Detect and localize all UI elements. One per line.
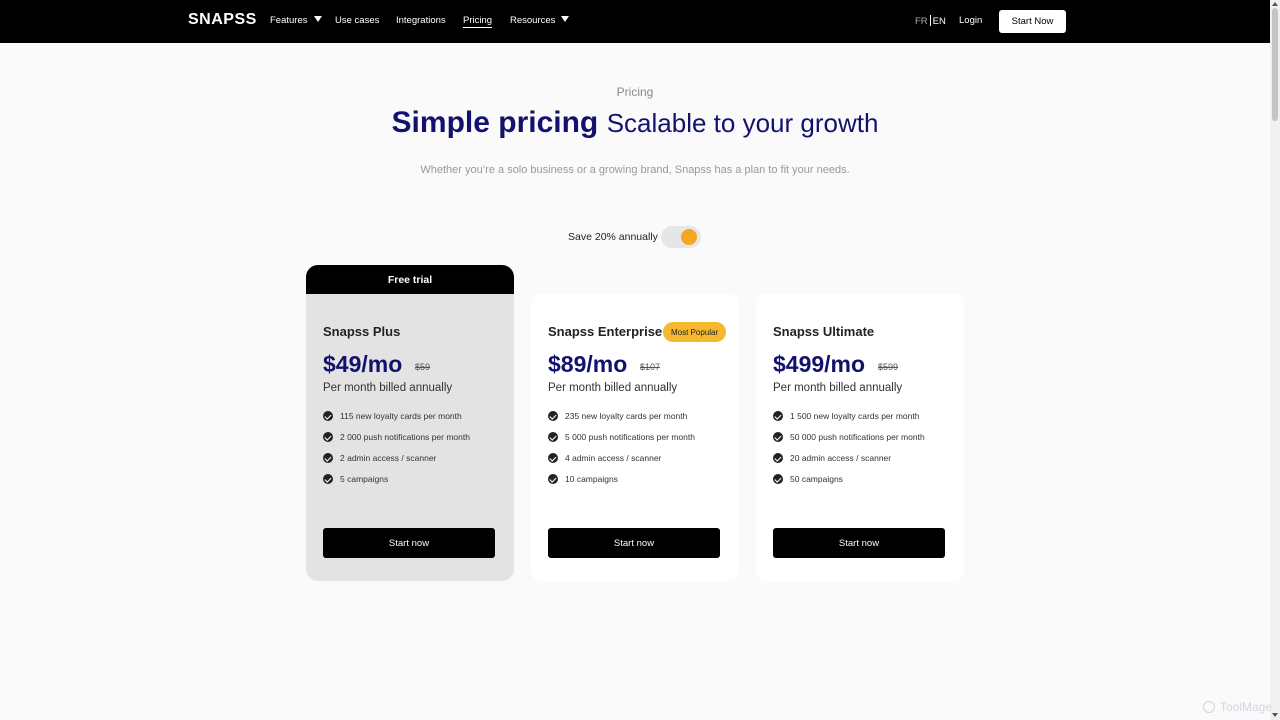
chevron-down-icon xyxy=(561,16,570,22)
page-title: Simple pricing Scalable to your growth xyxy=(0,106,1270,140)
start-now-nav-button[interactable]: Start Now xyxy=(999,10,1066,33)
start-now-enterprise-button[interactable]: Start now xyxy=(548,528,720,558)
feature-text: 5 000 push notifications per month xyxy=(565,432,695,442)
feature-text: 2 000 push notifications per month xyxy=(340,432,470,442)
plan-old-price: $107 xyxy=(640,362,661,372)
check-circle-icon xyxy=(323,453,333,463)
plan-price: $89/mo xyxy=(548,351,628,377)
check-circle-icon xyxy=(773,453,783,463)
list-item: 50 campaigns xyxy=(773,474,925,495)
check-circle-icon xyxy=(323,411,333,421)
nav-use-cases[interactable]: Use cases xyxy=(335,15,379,26)
scroll-up-arrow-icon[interactable] xyxy=(1272,2,1278,6)
nav-resources[interactable]: Resources xyxy=(510,15,570,26)
list-item: 2 000 push notifications per month xyxy=(323,432,470,453)
plan-price: $499/mo xyxy=(773,351,866,377)
page-scrollbar[interactable] xyxy=(1270,0,1280,720)
chevron-down-icon xyxy=(313,16,322,22)
list-item: 5 000 push notifications per month xyxy=(548,432,695,453)
plan-feature-list: 115 new loyalty cards per month 2 000 pu… xyxy=(323,411,470,495)
plan-name: Snapss Plus xyxy=(323,324,401,339)
feature-text: 235 new loyalty cards per month xyxy=(565,411,688,421)
page-subtitle: Whether you’re a solo business or a grow… xyxy=(420,164,850,176)
list-item: 4 admin access / scanner xyxy=(548,453,695,474)
nav-integrations[interactable]: Integrations xyxy=(396,15,446,26)
check-circle-icon xyxy=(323,474,333,484)
top-navbar: SNAPSS Features Use cases Integrations P… xyxy=(0,0,1270,43)
feature-text: 10 campaigns xyxy=(565,474,618,484)
scroll-down-arrow-icon[interactable] xyxy=(1272,713,1278,717)
check-circle-icon xyxy=(548,432,558,442)
feature-text: 50 000 push notifications per month xyxy=(790,432,925,442)
plan-price: $49/mo xyxy=(323,351,403,377)
nav-pricing[interactable]: Pricing xyxy=(463,15,493,28)
feature-text: 4 admin access / scanner xyxy=(565,453,662,463)
plan-billing-note: Per month billed annually xyxy=(548,382,678,394)
list-item: 10 campaigns xyxy=(548,474,695,495)
list-item: 235 new loyalty cards per month xyxy=(548,411,695,432)
plan-feature-list: 1 500 new loyalty cards per month 50 000… xyxy=(773,411,925,495)
watermark: ToolMage xyxy=(1203,700,1272,714)
check-circle-icon xyxy=(548,474,558,484)
plan-card-plus: Free trial Snapss Plus $49/mo $59 Per mo… xyxy=(306,265,514,581)
feature-text: 50 campaigns xyxy=(790,474,843,484)
check-circle-icon xyxy=(548,453,558,463)
list-item: 20 admin access / scanner xyxy=(773,453,925,474)
nav-features-label: Features xyxy=(270,15,308,26)
list-item: 5 campaigns xyxy=(323,474,470,495)
feature-text: 20 admin access / scanner xyxy=(790,453,892,463)
lang-fr[interactable]: FR xyxy=(915,16,928,27)
nav-resources-label: Resources xyxy=(510,15,556,26)
start-now-ultimate-button[interactable]: Start now xyxy=(773,528,945,558)
plan-name: Snapss Ultimate xyxy=(773,324,875,339)
nav-features[interactable]: Features xyxy=(270,15,322,26)
plan-billing-note: Per month billed annually xyxy=(773,382,903,394)
lang-en[interactable]: EN xyxy=(933,16,946,27)
plan-card-ultimate: Snapss Ultimate $499/mo $599 Per month b… xyxy=(756,294,964,581)
watermark-text: ToolMage xyxy=(1220,700,1273,714)
lang-divider xyxy=(929,15,931,26)
plan-feature-list: 235 new loyalty cards per month 5 000 pu… xyxy=(548,411,695,495)
most-popular-badge: Most Popular xyxy=(663,322,727,342)
login-link[interactable]: Login xyxy=(959,15,982,26)
list-item: 50 000 push notifications per month xyxy=(773,432,925,453)
title-light: Scalable to your growth xyxy=(606,108,879,138)
feature-text: 1 500 new loyalty cards per month xyxy=(790,411,920,421)
start-now-plus-button[interactable]: Start now xyxy=(323,528,495,558)
list-item: 1 500 new loyalty cards per month xyxy=(773,411,925,432)
scrollbar-thumb[interactable] xyxy=(1272,8,1278,121)
language-switcher: FR EN xyxy=(915,15,946,27)
plan-card-enterprise: Snapss Enterprise Most Popular $89/mo $1… xyxy=(531,294,739,581)
save-annually-label: Save 20% annually xyxy=(568,231,658,243)
list-item: 2 admin access / scanner xyxy=(323,453,470,474)
check-circle-icon xyxy=(323,432,333,442)
plan-billing-note: Per month billed annually xyxy=(323,382,453,394)
list-item: 115 new loyalty cards per month xyxy=(323,411,470,432)
feature-text: 115 new loyalty cards per month xyxy=(340,411,462,421)
title-strong: Simple pricing xyxy=(391,106,599,139)
plan-old-price: $59 xyxy=(415,362,431,372)
snapss-logo[interactable]: SNAPSS xyxy=(188,11,257,29)
toggle-knob xyxy=(681,229,697,245)
feature-text: 5 campaigns xyxy=(340,474,389,484)
check-circle-icon xyxy=(773,432,783,442)
feature-text: 2 admin access / scanner xyxy=(340,453,437,463)
check-circle-icon xyxy=(773,474,783,484)
annual-billing-toggle[interactable] xyxy=(661,226,701,248)
free-trial-banner: Free trial xyxy=(306,265,514,294)
check-circle-icon xyxy=(773,411,783,421)
section-eyebrow: Pricing xyxy=(616,85,654,99)
plan-name: Snapss Enterprise xyxy=(548,324,663,339)
check-circle-icon xyxy=(548,411,558,421)
watermark-logo-icon xyxy=(1203,701,1215,713)
plan-old-price: $599 xyxy=(878,362,899,372)
